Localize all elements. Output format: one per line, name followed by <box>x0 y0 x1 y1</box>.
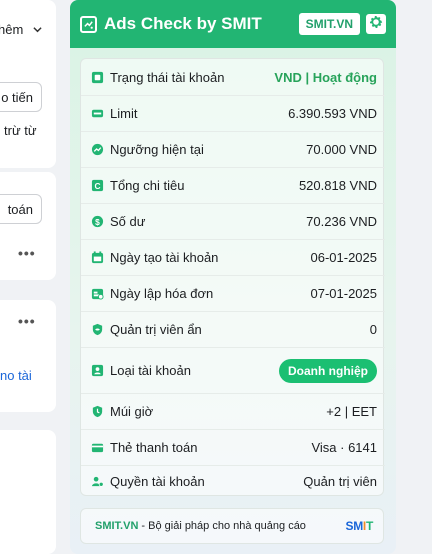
row-label: Số dư <box>110 214 146 229</box>
row-value: Visa · 6141 <box>311 440 377 455</box>
row-value: 6.390.593 VND <box>288 106 377 121</box>
row-label: Tổng chi tiêu <box>110 178 185 193</box>
background-link[interactable]: no tài <box>0 368 32 383</box>
smit-brand-link[interactable]: SMIT.VN <box>298 13 360 35</box>
account-info-card: Trạng thái tài khoản VND | Hoạt động Lim… <box>80 58 385 497</box>
background-select[interactable]: hêm <box>0 22 42 37</box>
row-value: 0 <box>369 322 377 337</box>
background-card <box>0 172 56 280</box>
svg-text:C: C <box>94 181 100 191</box>
row-label: Loại tài khoản <box>110 363 191 378</box>
background-button-label: o tiến <box>1 89 33 105</box>
row-value: 06-01-2025 <box>310 250 378 265</box>
panel-header: Ads Check by SMIT SMIT.VN <box>70 0 396 48</box>
account-type-badge: Doanh nghiệp <box>279 358 377 383</box>
row-value: Quản trị viên <box>303 474 377 489</box>
row-timezone: Múi giờ +2 | EET <box>81 393 385 429</box>
panel-footer: SMIT.VN - Bộ giải pháp cho nhà quảng cáo… <box>80 508 384 544</box>
more-options-icon[interactable]: ••• <box>18 313 36 329</box>
row-limit: Limit 6.390.593 VND <box>81 95 385 131</box>
row-account-type: Loại tài khoản Doanh nghiệp <box>81 347 385 393</box>
background-card <box>0 430 56 554</box>
settings-button[interactable] <box>366 14 386 34</box>
row-total-spend: C Tổng chi tiêu 520.818 VND <box>81 167 385 203</box>
row-hidden-admin: Quản trị viên ẩn 0 <box>81 311 385 347</box>
row-label: Múi giờ <box>110 404 154 419</box>
threshold-icon <box>91 143 104 156</box>
row-balance: $ Số dư 70.236 VND <box>81 203 385 239</box>
limit-icon <box>91 107 104 120</box>
row-label: Trạng thái tài khoản <box>110 69 225 85</box>
chevron-down-icon <box>33 22 42 37</box>
card-icon <box>91 441 104 454</box>
account-type-icon <box>91 364 104 377</box>
background-text: trừ từ <box>4 123 37 138</box>
row-label: Ngày lập hóa đơn <box>110 286 214 301</box>
panel-title: Ads Check by SMIT <box>104 14 262 33</box>
footer-smit-link[interactable]: SMIT.VN <box>95 520 138 532</box>
background-select-text: hêm <box>0 22 24 37</box>
row-value: +2 | EET <box>326 404 377 419</box>
row-threshold: Ngưỡng hiện tại 70.000 VND <box>81 131 385 167</box>
gear-icon <box>368 14 384 35</box>
row-created-date: Ngày tạo tài khoản 06-01-2025 <box>81 239 385 275</box>
row-value: 520.818 VND <box>298 178 377 193</box>
row-label: Quản trị viên ẩn <box>110 322 202 337</box>
background-payment-button[interactable]: toán <box>0 194 42 224</box>
ads-check-panel: Ads Check by SMIT SMIT.VN Trạng thái tài… <box>70 0 396 554</box>
row-label: Ngày tạo tài khoản <box>110 250 219 265</box>
spend-icon: C <box>91 179 104 192</box>
row-value: 07-01-2025 <box>310 286 378 301</box>
calendar-icon <box>91 251 104 264</box>
row-invoice-date: Ngày lập hóa đơn 07-01-2025 <box>81 275 385 311</box>
timezone-icon <box>91 405 104 418</box>
hidden-admin-icon <box>91 323 104 336</box>
background-page: hêm o tiến trừ từ toán ••• ••• no tài <box>0 0 60 554</box>
row-label: Ngưỡng hiện tại <box>110 142 204 157</box>
account-role-icon <box>91 475 104 488</box>
background-button[interactable]: o tiến <box>0 82 42 112</box>
row-label: Thẻ thanh toán <box>110 440 198 455</box>
svg-text:$: $ <box>95 217 100 227</box>
smit-logo: SMIT <box>345 519 374 533</box>
background-button-label: toán <box>7 201 33 217</box>
balance-icon: $ <box>91 215 104 228</box>
account-status-icon <box>91 71 104 84</box>
row-label: Limit <box>110 106 138 121</box>
invoice-icon <box>91 287 104 300</box>
row-value: 70.000 VND <box>306 142 377 157</box>
row-account-role: Quyền tài khoản Quản trị viên <box>81 465 385 497</box>
footer-tagline: - Bộ giải pháp cho nhà quảng cáo <box>141 520 306 532</box>
row-label: Quyền tài khoản <box>110 474 205 489</box>
row-value: VND | Hoạt động <box>274 69 377 85</box>
row-payment-card: Thẻ thanh toán Visa · 6141 <box>81 429 385 465</box>
ads-check-logo-icon <box>80 15 97 33</box>
row-account-status: Trạng thái tài khoản VND | Hoạt động <box>81 59 385 95</box>
row-value: 70.236 VND <box>306 214 377 229</box>
more-options-icon[interactable]: ••• <box>18 245 36 261</box>
